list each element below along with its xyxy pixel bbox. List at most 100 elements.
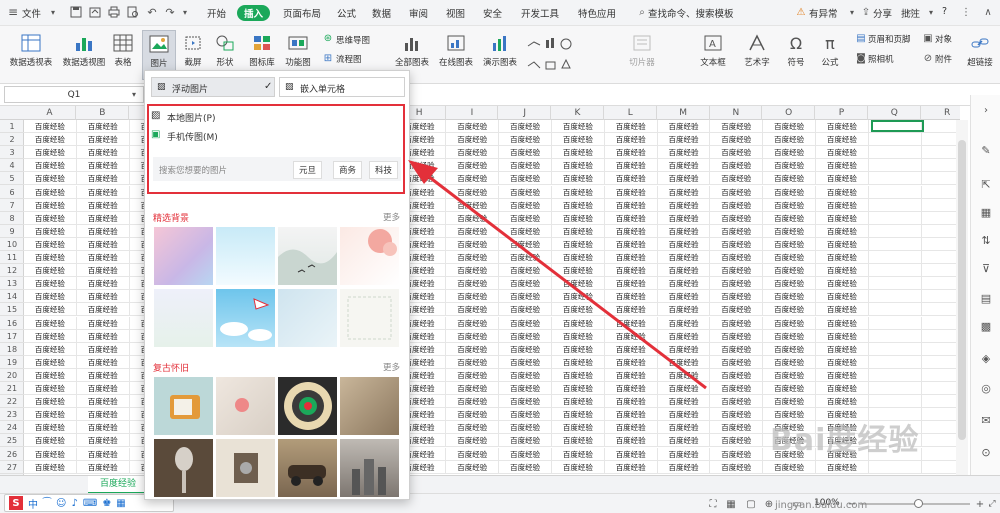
cell[interactable]: 百度经验 — [552, 460, 605, 474]
cell[interactable]: 百度经验 — [552, 408, 605, 422]
cell[interactable]: 百度经验 — [499, 303, 552, 317]
cell[interactable]: 百度经验 — [446, 198, 500, 212]
cell[interactable]: 百度经验 — [24, 133, 77, 147]
cell[interactable]: 百度经验 — [24, 224, 77, 238]
chevron-down-icon[interactable]: ▾ — [926, 6, 936, 18]
bg-thumb-3[interactable] — [278, 227, 337, 285]
cell[interactable]: 百度经验 — [499, 408, 552, 422]
cell[interactable] — [868, 133, 922, 147]
toolbox-icon[interactable]: ▦ — [116, 498, 125, 509]
cell[interactable]: 百度经验 — [710, 146, 764, 160]
cell[interactable]: 百度经验 — [657, 447, 711, 461]
cell[interactable]: 百度经验 — [763, 342, 816, 356]
cell[interactable]: 百度经验 — [657, 316, 711, 330]
cell[interactable]: 百度经验 — [76, 185, 130, 199]
cell[interactable]: 百度经验 — [710, 303, 764, 317]
cell[interactable] — [868, 316, 922, 330]
row-header[interactable]: 26 — [0, 448, 24, 461]
cell[interactable]: 百度经验 — [24, 329, 77, 343]
cell[interactable] — [868, 251, 922, 265]
cell[interactable]: 百度经验 — [763, 172, 816, 186]
tab-review[interactable]: 审阅 — [409, 6, 428, 20]
cell[interactable]: 百度经验 — [76, 198, 130, 212]
cell[interactable]: 百度经验 — [446, 382, 500, 396]
row-header[interactable]: 6 — [0, 186, 24, 199]
cell[interactable]: 百度经验 — [552, 159, 605, 173]
cell[interactable]: 百度经验 — [24, 316, 77, 330]
row-header[interactable]: 21 — [0, 382, 24, 396]
cell[interactable]: 百度经验 — [604, 120, 658, 134]
cell[interactable]: 百度经验 — [24, 237, 77, 251]
cell[interactable]: 百度经验 — [816, 251, 869, 265]
cell[interactable]: 百度经验 — [76, 290, 130, 304]
cell[interactable]: 百度经验 — [552, 251, 605, 265]
cell[interactable]: 百度经验 — [446, 133, 500, 147]
cell[interactable]: 百度经验 — [816, 120, 869, 134]
export-icon[interactable] — [88, 5, 102, 19]
cell[interactable]: 百度经验 — [446, 395, 500, 409]
column-header[interactable]: Q — [869, 106, 921, 120]
bg-thumb-6[interactable] — [216, 289, 275, 347]
cell[interactable]: 百度经验 — [76, 277, 130, 291]
page-break-icon[interactable]: ⊕ — [762, 497, 776, 511]
cell[interactable]: 百度经验 — [657, 303, 711, 317]
tab-page-layout[interactable]: 页面布局 — [283, 6, 321, 20]
cell[interactable]: 百度经验 — [710, 264, 764, 278]
pivot-chart-button[interactable]: 数据透视图 — [60, 30, 108, 80]
cell[interactable]: 百度经验 — [552, 303, 605, 317]
column-header[interactable]: O — [763, 106, 816, 120]
cell[interactable]: 百度经验 — [499, 264, 552, 278]
scroll-thumb[interactable] — [958, 140, 966, 440]
tab-developer[interactable]: 开发工具 — [521, 6, 559, 20]
cell[interactable]: 百度经验 — [763, 277, 816, 291]
cell[interactable]: 百度经验 — [552, 133, 605, 147]
row-header[interactable]: 20 — [0, 369, 24, 382]
cell[interactable]: 百度经验 — [657, 198, 711, 212]
cell[interactable]: 百度经验 — [499, 368, 552, 382]
cell[interactable]: 百度经验 — [657, 185, 711, 199]
cell[interactable]: 百度经验 — [763, 290, 816, 304]
floating-picture-tab[interactable]: ▨ 浮动图片 ✓ — [151, 77, 275, 97]
cell[interactable]: 百度经验 — [446, 277, 500, 291]
cell[interactable]: 百度经验 — [76, 120, 130, 134]
cell[interactable]: 百度经验 — [446, 421, 500, 435]
cell[interactable]: 百度经验 — [657, 368, 711, 382]
cell[interactable]: 百度经验 — [657, 408, 711, 422]
tab-view[interactable]: 视图 — [446, 6, 465, 20]
cell[interactable]: 百度经验 — [76, 434, 130, 448]
cell[interactable]: 百度经验 — [657, 329, 711, 343]
cell[interactable]: 百度经验 — [76, 211, 130, 225]
cell[interactable]: 百度经验 — [552, 198, 605, 212]
row-header[interactable]: 13 — [0, 277, 24, 291]
cell[interactable]: 百度经验 — [24, 251, 77, 265]
cell[interactable]: 百度经验 — [604, 408, 658, 422]
retro-thumb-4[interactable] — [340, 377, 399, 435]
cell[interactable]: 百度经验 — [76, 329, 130, 343]
cell[interactable]: 百度经验 — [499, 211, 552, 225]
cell[interactable]: 百度经验 — [710, 159, 764, 173]
row-header[interactable]: 27 — [0, 461, 24, 474]
cell[interactable]: 百度经验 — [24, 120, 77, 134]
cell[interactable]: 百度经验 — [710, 368, 764, 382]
print-preview-icon[interactable] — [126, 5, 140, 19]
equation-button[interactable]: π 公式 — [816, 30, 844, 80]
cell[interactable]: 百度经验 — [446, 355, 500, 369]
pivot-table-button[interactable]: 数据透视表 — [6, 30, 56, 80]
cell[interactable] — [868, 460, 922, 474]
cell[interactable]: 百度经验 — [24, 382, 77, 396]
cell[interactable]: 百度经验 — [816, 198, 869, 212]
presentation-charts-button[interactable]: 演示图表 — [480, 30, 520, 80]
cell[interactable]: 百度经验 — [552, 185, 605, 199]
cell[interactable]: 百度经验 — [816, 146, 869, 160]
cell[interactable]: 百度经验 — [604, 264, 658, 278]
chevron-down-icon[interactable]: ▾ — [180, 6, 190, 18]
cell[interactable]: 百度经验 — [763, 159, 816, 173]
undo-icon[interactable]: ↶ — [145, 5, 159, 19]
flowchart-button[interactable]: 流程图 — [336, 53, 362, 65]
cell[interactable]: 百度经验 — [763, 355, 816, 369]
cell[interactable]: 百度经验 — [446, 159, 500, 173]
cell[interactable]: 百度经验 — [76, 159, 130, 173]
retro-thumb-1[interactable] — [154, 377, 213, 435]
cell[interactable]: 百度经验 — [499, 133, 552, 147]
punctuation-icon[interactable]: ⁀ — [43, 498, 51, 509]
